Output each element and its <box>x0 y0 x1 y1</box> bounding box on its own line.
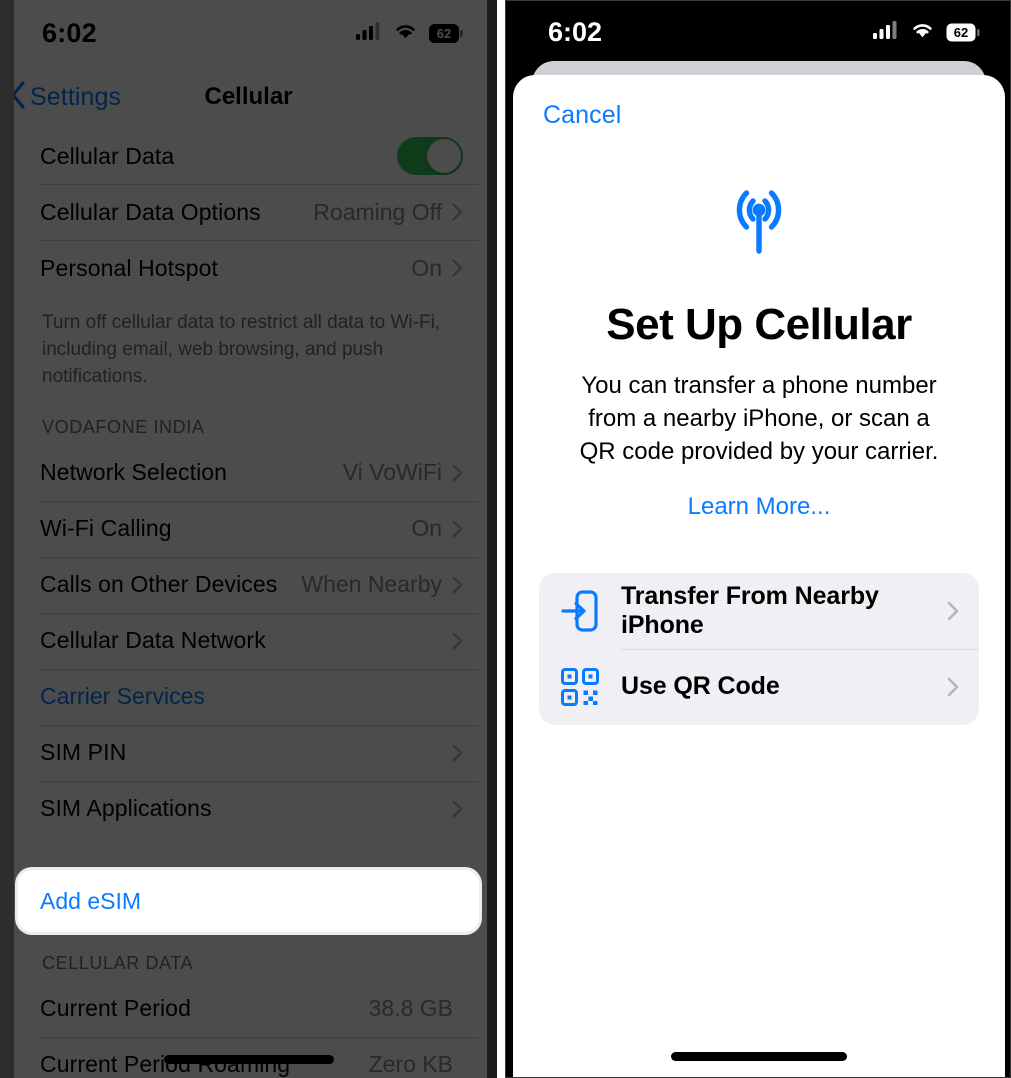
settings-list[interactable]: Cellular Data Cellular Data Options Roam… <box>0 128 497 1078</box>
row-label: SIM Applications <box>40 795 212 822</box>
row-value: Roaming Off <box>313 198 442 225</box>
row-cellular-data[interactable]: Cellular Data <box>18 128 479 184</box>
sheet-title: Set Up Cellular <box>606 300 912 349</box>
row-value: When Nearby <box>301 571 442 598</box>
learn-more-link[interactable]: Learn More... <box>688 493 831 521</box>
status-bar-right: 6:02 62 <box>506 1 1010 63</box>
chevron-right-icon <box>452 203 463 221</box>
carrier-services-link[interactable]: Carrier Services <box>40 683 463 710</box>
row-personal-hotspot[interactable]: Personal Hotspot On <box>18 240 479 296</box>
add-esim-label: Add eSIM <box>40 887 141 914</box>
back-button[interactable]: Settings <box>10 80 122 114</box>
settings-cellular-panel: 6:02 62 Settings Cellular Cellular Data … <box>0 0 497 1078</box>
row-label: SIM PIN <box>40 739 127 766</box>
setup-options-card: Transfer From Nearby iPhone Use QR Code <box>539 572 979 725</box>
cellular-broadcast-icon <box>718 181 800 262</box>
option-transfer-from-nearby-iphone[interactable]: Transfer From Nearby iPhone <box>539 573 979 649</box>
cellular-bars-icon <box>873 20 899 44</box>
row-value: Vi VoWiFi <box>342 459 442 486</box>
transfer-arrow-into-phone-icon <box>557 589 603 633</box>
add-esim-card[interactable]: Add eSIM <box>18 870 479 932</box>
row-add-esim[interactable]: Add eSIM <box>18 870 479 932</box>
row-carrier-services[interactable]: Carrier Services <box>18 668 479 725</box>
option-label: Use QR Code <box>621 672 780 701</box>
row-label: Cellular Data Network <box>40 627 266 654</box>
chevron-right-icon <box>452 744 463 762</box>
toggle-knob <box>427 139 461 173</box>
row-sim-pin[interactable]: SIM PIN <box>18 724 479 781</box>
chevron-right-icon <box>452 464 463 482</box>
chevron-right-icon <box>452 800 463 818</box>
status-indicators: 62 <box>356 21 463 45</box>
row-value: On <box>411 254 442 281</box>
home-indicator-left <box>163 1055 334 1064</box>
back-label: Settings <box>30 82 122 111</box>
qr-code-icon <box>557 667 603 707</box>
row-calls-on-other-devices[interactable]: Calls on Other Devices When Nearby <box>18 556 479 613</box>
option-label: Transfer From Nearby iPhone <box>621 581 879 639</box>
battery-icon: 62 <box>946 23 980 42</box>
cellular-data-footnote: Turn off cellular data to restrict all d… <box>42 312 441 387</box>
row-label: Personal Hotspot <box>40 254 219 281</box>
row-wifi-calling[interactable]: Wi-Fi Calling On <box>18 500 479 557</box>
carrier-section-header: VODAFONE INDIA <box>42 416 205 437</box>
chevron-right-icon <box>947 677 959 697</box>
row-network-selection[interactable]: Network Selection Vi VoWiFi <box>18 445 479 501</box>
cellular-bars-icon <box>356 21 382 45</box>
battery-level: 62 <box>953 24 969 40</box>
left-bezel <box>0 0 14 1078</box>
row-cellular-data-options[interactable]: Cellular Data Options Roaming Off <box>18 184 479 240</box>
chevron-right-icon <box>947 601 959 621</box>
group-carrier: Network Selection Vi VoWiFi Wi-Fi Callin… <box>18 444 479 837</box>
chevron-right-icon <box>452 576 463 594</box>
setup-cellular-sheet: Cancel Set Up Cellular You can transfer … <box>513 75 1005 1077</box>
chevron-right-icon <box>452 259 463 277</box>
sheet-description: You can transfer a phone number from a n… <box>579 372 939 465</box>
row-value: 38.8 GB <box>368 995 453 1022</box>
status-time: 6:02 <box>548 16 603 47</box>
setup-cellular-panel: 6:02 62 Cancel Set Up Cellular You can t… <box>505 0 1011 1078</box>
sheet-content: Set Up Cellular You can transfer a phone… <box>513 167 1005 725</box>
chevron-right-icon <box>452 520 463 538</box>
row-label: Network Selection <box>40 459 228 486</box>
row-sim-applications[interactable]: SIM Applications <box>18 780 479 837</box>
row-current-period[interactable]: Current Period 38.8 GB <box>18 981 479 1037</box>
home-indicator-right <box>671 1052 847 1061</box>
row-value: Zero KB <box>368 1051 453 1078</box>
right-bezel <box>487 0 497 1078</box>
battery-icon: 62 <box>429 23 463 43</box>
status-bar-left: 6:02 62 <box>0 0 497 66</box>
screenshot-root: 6:02 62 Settings Cellular Cellular Data … <box>0 0 1011 1078</box>
wifi-icon <box>910 20 935 44</box>
row-label: Wi-Fi Calling <box>40 515 172 542</box>
status-time: 6:02 <box>42 17 97 48</box>
row-value: On <box>411 515 442 542</box>
row-label: Cellular Data Options <box>40 198 261 225</box>
cellular-data-toggle[interactable] <box>397 137 463 175</box>
row-label: Current Period <box>40 995 191 1022</box>
group-cellular-data: Cellular Data Cellular Data Options Roam… <box>18 128 479 296</box>
wifi-icon <box>393 21 418 45</box>
row-label: Calls on Other Devices <box>40 571 278 598</box>
cellular-data-section-header: CELLULAR DATA <box>42 952 194 973</box>
battery-level: 62 <box>436 25 452 41</box>
status-indicators: 62 <box>873 20 980 44</box>
nav-bar-left: Settings Cellular <box>0 66 497 128</box>
option-use-qr-code[interactable]: Use QR Code <box>539 648 979 725</box>
row-label: Cellular Data <box>40 142 175 169</box>
chevron-right-icon <box>452 632 463 650</box>
cancel-button[interactable]: Cancel <box>543 101 621 130</box>
row-cellular-data-network[interactable]: Cellular Data Network <box>18 612 479 669</box>
